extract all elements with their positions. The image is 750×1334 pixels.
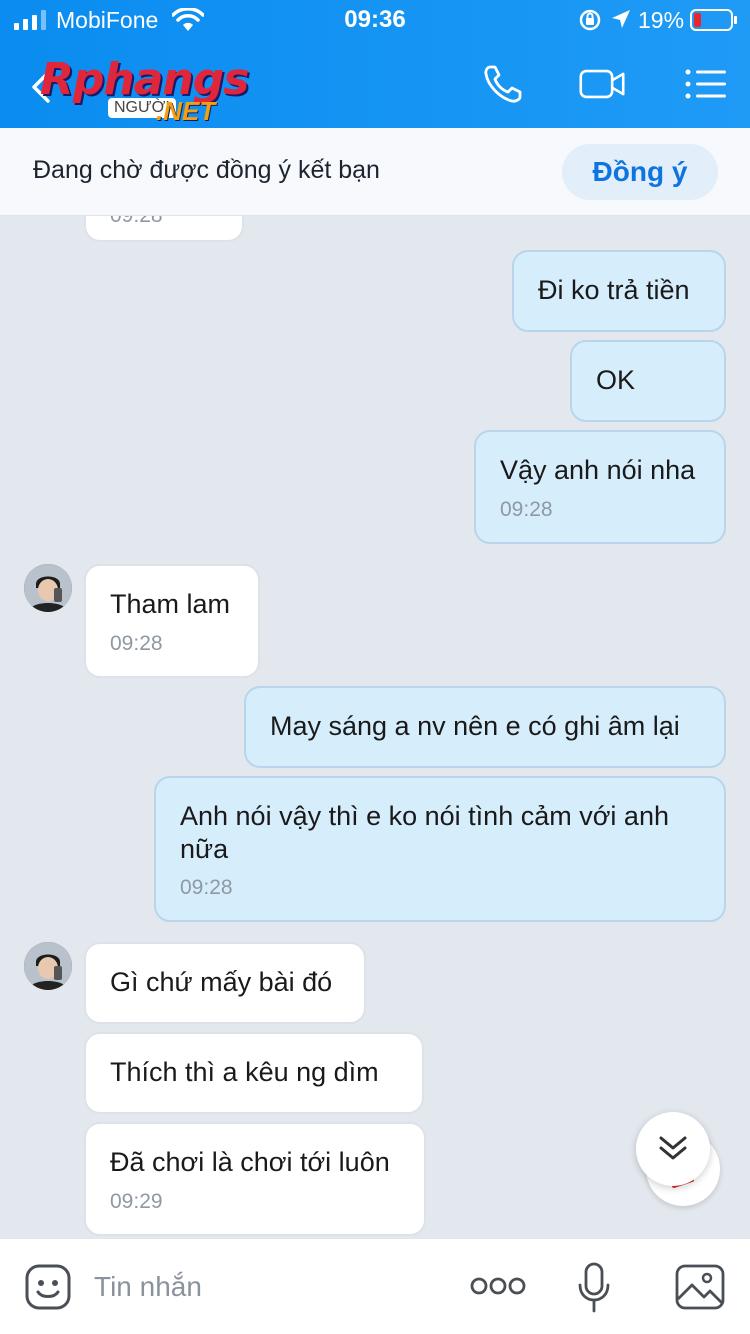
more-options-icon[interactable]	[470, 1275, 526, 1297]
avatar[interactable]	[24, 942, 72, 990]
message-text: Tham lam	[110, 589, 231, 619]
message-bubble-incoming[interactable]: Thích thì a kêu ng dìm	[84, 1032, 424, 1114]
message-input[interactable]	[94, 1265, 434, 1309]
rotation-lock-icon	[579, 9, 601, 31]
message-text: Thích thì a kêu ng dìm	[110, 1057, 379, 1087]
avatar[interactable]	[24, 564, 72, 612]
message-bubble-outgoing[interactable]: Đi ko trả tiền	[512, 250, 726, 332]
message-time: 09:28	[500, 498, 553, 521]
message-bubble-incoming[interactable]: Gì chứ mấy bài đó	[84, 942, 366, 1024]
message-bubble-outgoing[interactable]: OK	[570, 340, 726, 422]
status-bar: MobiFone 09:36 19%	[0, 0, 750, 40]
message-bubble-incoming[interactable]: Đã chơi là chơi tới luôn 09:29	[84, 1122, 426, 1236]
message-time: 09:28	[110, 216, 163, 232]
friend-request-bar: Đang chờ được đồng ý kết bạn Đồng ý	[0, 128, 750, 216]
message-time: 09:28	[110, 632, 163, 655]
avatar-image	[24, 564, 72, 612]
scroll-to-bottom-button[interactable]	[636, 1112, 710, 1186]
top-bar: MobiFone 09:36 19% Rphangs NGƯỜI .NET	[0, 0, 750, 128]
emoji-sticker-icon[interactable]	[24, 1263, 72, 1311]
location-icon	[612, 10, 630, 28]
phone-icon[interactable]	[480, 62, 528, 106]
battery-percent: 19%	[638, 7, 685, 33]
message-text: Đi ko trả tiền	[538, 275, 690, 305]
image-gallery-icon[interactable]	[674, 1263, 726, 1311]
logo-net-text: .NET	[156, 96, 216, 126]
menu-icon[interactable]	[682, 62, 730, 106]
message-text: Gì chứ mấy bài đó	[110, 967, 333, 997]
message-text: May sáng a nv nên e có ghi âm lại	[270, 711, 680, 741]
message-text: Vậy anh nói nha	[500, 455, 696, 485]
message-time: 09:29	[110, 1190, 163, 1213]
message-bubble-outgoing[interactable]: Anh nói vậy thì e ko nói tình cảm với an…	[154, 776, 726, 922]
message-bubble-incoming[interactable]: 09:28	[84, 216, 244, 242]
message-text: Anh nói vậy thì e ko nói tình cảm với an…	[180, 801, 669, 864]
message-time: 09:28	[180, 876, 233, 899]
message-list[interactable]: 09:28 Đi ko trả tiền OK Vậy anh nói nha …	[0, 216, 750, 1238]
chat-header: Rphangs NGƯỜI .NET	[0, 40, 750, 128]
message-bubble-outgoing[interactable]: Vậy anh nói nha 09:28	[474, 430, 726, 544]
message-text: Đã chơi là chơi tới luôn	[110, 1147, 390, 1177]
battery-icon	[690, 9, 737, 31]
message-bubble-outgoing[interactable]: May sáng a nv nên e có ghi âm lại	[244, 686, 726, 768]
watermark-logo: Rphangs NGƯỜI .NET	[36, 46, 276, 132]
microphone-icon[interactable]	[576, 1261, 612, 1315]
avatar-image	[24, 942, 72, 990]
video-call-icon[interactable]	[578, 62, 626, 106]
friend-request-text: Đang chờ được đồng ý kết bạn	[33, 156, 380, 184]
double-chevron-down-icon	[659, 1136, 687, 1160]
accept-friend-button[interactable]: Đồng ý	[562, 144, 718, 200]
message-input-bar	[0, 1238, 750, 1334]
message-text: OK	[596, 365, 636, 395]
message-bubble-incoming[interactable]: Tham lam 09:28	[84, 564, 260, 678]
